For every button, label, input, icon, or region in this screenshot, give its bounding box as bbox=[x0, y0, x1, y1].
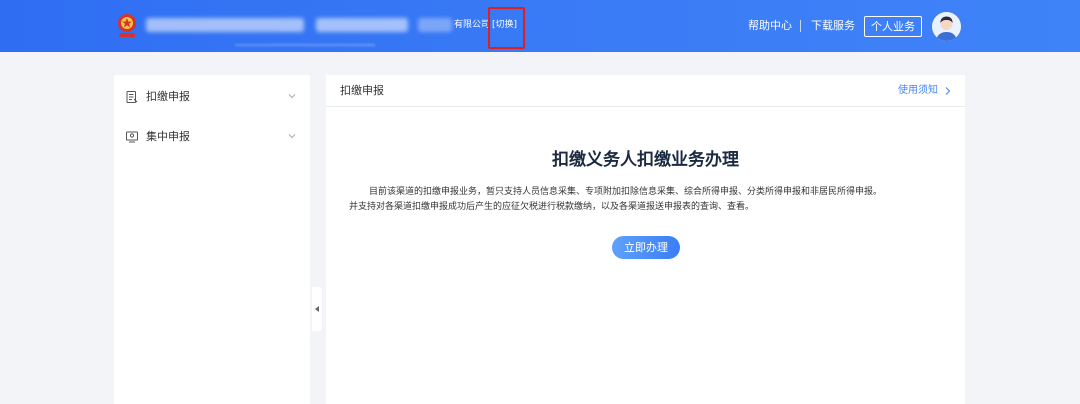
redacted-underline bbox=[235, 44, 375, 46]
sidebar: 扣缴申报 集中申报 bbox=[114, 75, 310, 404]
sidebar-item-label: 集中申报 bbox=[146, 130, 190, 143]
monitor-icon bbox=[126, 131, 138, 143]
nav-divider bbox=[800, 20, 801, 32]
sidebar-item-centralized-declaration[interactable]: 集中申报 bbox=[114, 117, 310, 157]
main-panel: 扣缴申报 使用须知 扣缴义务人扣缴业务办理 目前该渠道的扣缴申报业务，暂只支持人… bbox=[326, 75, 965, 404]
chevron-down-icon bbox=[288, 134, 296, 139]
redacted-region-name bbox=[316, 18, 408, 32]
chevron-right-icon[interactable] bbox=[943, 86, 952, 96]
description-line-2: 并支持对各渠道扣缴申报成功后产生的应征欠税进行税款缴纳，以及各渠道报送申报表的查… bbox=[349, 202, 755, 212]
company-name: 有限公司 bbox=[454, 20, 491, 30]
top-header: 有限公司 [切换] 帮助中心 下载服务 个人业务 bbox=[0, 0, 1080, 52]
redacted-company-prefix bbox=[418, 18, 452, 32]
description-line-1: 目前该渠道的扣缴申报业务，暂只支持人员信息采集、专项附加扣除信息采集、综合所得申… bbox=[369, 187, 883, 197]
personal-business-button[interactable]: 个人业务 bbox=[864, 16, 922, 37]
avatar-person-icon bbox=[932, 12, 961, 41]
help-center-link[interactable]: 帮助中心 bbox=[748, 19, 792, 33]
highlight-box bbox=[488, 7, 525, 49]
usage-notice-link[interactable]: 使用须知 bbox=[898, 84, 938, 98]
sidebar-item-label: 扣缴申报 bbox=[146, 90, 190, 103]
download-service-link[interactable]: 下载服务 bbox=[811, 19, 855, 33]
panel-title: 扣缴申报 bbox=[340, 84, 384, 97]
user-avatar[interactable] bbox=[932, 12, 961, 41]
caret-left-icon bbox=[315, 306, 319, 312]
process-now-button[interactable]: 立即办理 bbox=[612, 236, 680, 259]
sidebar-item-withholding-declaration[interactable]: 扣缴申报 bbox=[114, 77, 310, 117]
sidebar-collapse-handle[interactable] bbox=[312, 287, 322, 331]
form-icon bbox=[126, 91, 138, 103]
panel-header: 扣缴申报 使用须知 bbox=[326, 75, 965, 107]
page-title: 扣缴义务人扣缴业务办理 bbox=[552, 150, 739, 170]
chevron-down-icon bbox=[288, 94, 296, 99]
tax-emblem-icon bbox=[118, 14, 136, 37]
redacted-site-name bbox=[146, 18, 304, 32]
